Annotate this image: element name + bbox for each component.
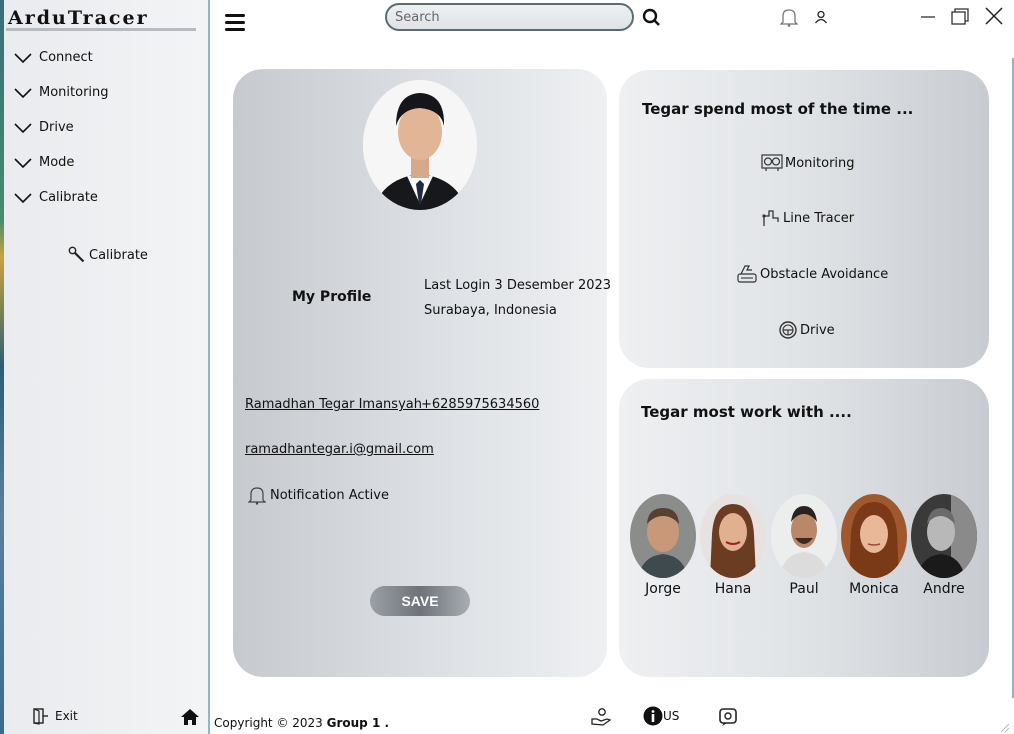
home-button[interactable] xyxy=(180,707,200,731)
teammate-avatar xyxy=(911,494,977,578)
activity-drive[interactable]: Drive xyxy=(778,320,835,340)
location-text: Surabaya, Indonesia xyxy=(424,303,557,318)
profile-avatar xyxy=(363,80,477,210)
notification-label: Notification Active xyxy=(270,487,389,503)
teammate-monica[interactable]: Monica xyxy=(840,494,908,597)
name-field[interactable]: Ramadhan Tegar Imansyah xyxy=(245,397,422,412)
info-icon xyxy=(643,706,663,726)
app-logo: ArduTracer xyxy=(6,5,196,31)
teammate-hana[interactable]: Hana xyxy=(699,494,767,597)
wrench-icon xyxy=(68,246,85,263)
chevron-down-icon xyxy=(14,192,32,203)
minimize-button[interactable] xyxy=(920,8,936,28)
monitoring-icon xyxy=(761,154,783,171)
sidebar-item-drive[interactable]: Drive xyxy=(14,110,109,145)
copyright-prefix: Copyright © 2023 xyxy=(214,716,327,730)
obstacle-icon xyxy=(737,265,757,283)
sidebar-item-connect[interactable]: Connect xyxy=(14,40,109,75)
sidebar-item-label: Connect xyxy=(39,50,93,65)
activity-label: Line Tracer xyxy=(783,210,855,226)
hand-coin-icon xyxy=(591,708,612,726)
sidebar-item-mode[interactable]: Mode xyxy=(14,145,109,180)
sidebar-item-label: Monitoring xyxy=(39,85,109,100)
teammate-avatar xyxy=(700,494,766,578)
time-spent-title: Tegar spend most of the time ... xyxy=(642,100,914,118)
notification-toggle[interactable]: Notification Active xyxy=(248,485,389,505)
activity-label: Drive xyxy=(800,322,835,338)
teammate-jorge[interactable]: Jorge xyxy=(629,494,697,597)
search-icon xyxy=(642,8,660,26)
teammate-name: Jorge xyxy=(645,581,681,597)
teammate-avatar xyxy=(841,494,907,578)
sidebar-item-label: Calibrate xyxy=(39,190,98,205)
search-input[interactable] xyxy=(385,3,634,31)
exit-icon xyxy=(33,708,48,725)
menu-toggle-button[interactable] xyxy=(224,12,246,38)
copyright-group: Group 1 . xyxy=(326,716,390,730)
activity-line-tracer[interactable]: Line Tracer xyxy=(761,209,854,227)
teammate-name: Monica xyxy=(849,581,899,597)
close-icon xyxy=(985,7,1003,25)
activity-obstacle-avoidance[interactable]: Obstacle Avoidance xyxy=(736,264,888,284)
search-button[interactable] xyxy=(642,8,660,30)
maximize-icon xyxy=(951,8,969,25)
line-tracer-icon xyxy=(762,210,779,226)
save-button[interactable]: SAVE xyxy=(370,586,470,616)
user-button[interactable] xyxy=(814,9,828,28)
menu-icon xyxy=(225,14,245,31)
calibrate-button[interactable]: Calibrate xyxy=(68,246,148,264)
activity-label: Monitoring xyxy=(785,155,855,171)
sidebar-item-label: Drive xyxy=(39,120,74,135)
profile-heading: My Profile xyxy=(292,289,372,305)
resize-grip-icon[interactable] xyxy=(998,718,1010,734)
footer-chat-button[interactable] xyxy=(718,707,738,731)
bell-icon xyxy=(779,9,799,27)
calibrate-button-label: Calibrate xyxy=(89,247,148,263)
exit-button[interactable]: Exit xyxy=(32,707,78,725)
about-us-button[interactable]: US xyxy=(643,706,679,726)
sidebar-item-calibrate[interactable]: Calibrate xyxy=(14,180,109,215)
footer-support-button[interactable] xyxy=(590,707,612,731)
user-icon xyxy=(814,10,828,24)
chevron-down-icon xyxy=(14,52,32,63)
teammate-avatar xyxy=(630,494,696,578)
chevron-down-icon xyxy=(14,87,32,98)
teammate-name: Paul xyxy=(789,581,819,597)
chevron-down-icon xyxy=(14,157,32,168)
activity-label: Obstacle Avoidance xyxy=(760,266,889,282)
email-field[interactable]: ramadhantegar.i@gmail.com xyxy=(245,442,434,457)
activity-monitoring[interactable]: Monitoring xyxy=(761,154,855,172)
sidebar-menu: Connect Monitoring Drive Mode Calibrate xyxy=(14,40,109,215)
home-icon xyxy=(181,709,199,725)
chat-icon xyxy=(719,708,737,726)
about-us-label: US xyxy=(663,709,680,723)
last-login-text: Last Login 3 Desember 2023 xyxy=(424,278,612,293)
sidebar-item-monitoring[interactable]: Monitoring xyxy=(14,75,109,110)
work-with-title: Tegar most work with .... xyxy=(641,403,852,421)
exit-label: Exit xyxy=(55,709,78,723)
bell-icon xyxy=(248,487,266,505)
maximize-button[interactable] xyxy=(950,8,970,30)
phone-field[interactable]: +6285975634560 xyxy=(421,397,539,412)
copyright-text: Copyright © 2023 Group 1 . xyxy=(214,716,389,730)
close-button[interactable] xyxy=(984,6,1004,30)
teammate-name: Hana xyxy=(714,581,752,597)
chevron-down-icon xyxy=(14,122,32,133)
sidebar-item-label: Mode xyxy=(39,155,75,170)
teammate-andre[interactable]: Andre xyxy=(910,494,978,597)
teammate-paul[interactable]: Paul xyxy=(770,494,838,597)
teammate-avatar xyxy=(771,494,837,578)
notifications-button[interactable] xyxy=(779,7,799,31)
steering-wheel-icon xyxy=(779,321,797,339)
sidebar: ArduTracer Connect Monitoring Drive Mode… xyxy=(4,0,210,734)
teammate-name: Andre xyxy=(923,581,965,597)
minimize-icon xyxy=(921,16,935,18)
